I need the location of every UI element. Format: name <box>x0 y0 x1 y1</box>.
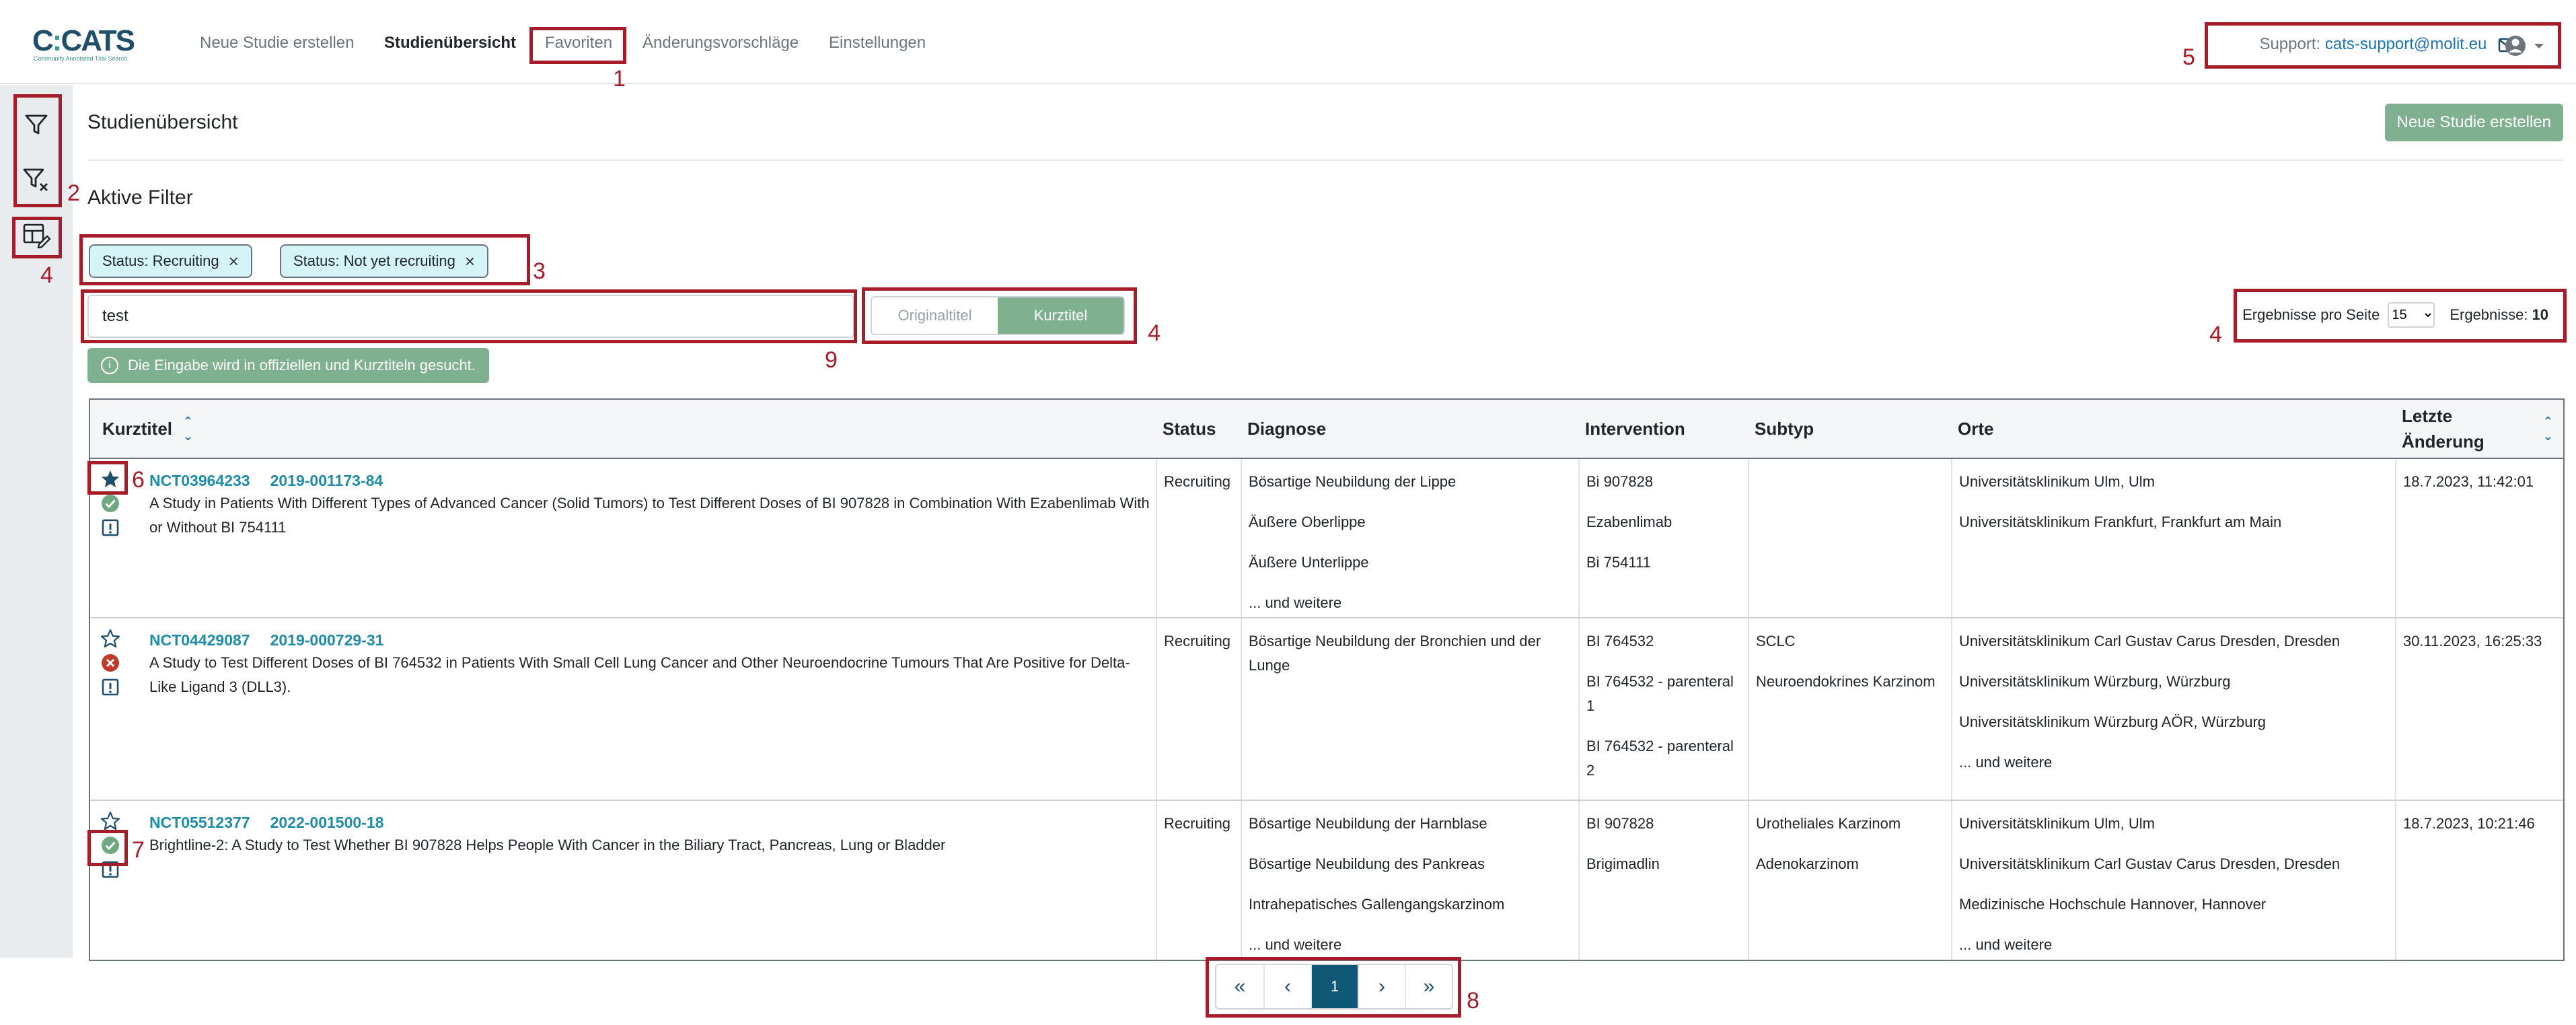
subtype-cell: Urotheliales Karzinom Adenokarzinom <box>1748 801 1951 960</box>
active-filters-title: Aktive Filter <box>87 186 193 209</box>
intervention-cell: BI 907828 Brigimadlin <box>1578 801 1748 960</box>
search-info-text: Die Eingabe wird in offiziellen und Kurz… <box>128 357 476 374</box>
logo-tagline: Community Annotated Trial Search <box>34 55 128 62</box>
x-circle-icon <box>102 654 119 672</box>
annotation-number: 4 <box>40 262 53 288</box>
nav-new-study[interactable]: Neue Studie erstellen <box>200 34 354 52</box>
column-header-subtype: Subtyp <box>1755 418 1814 439</box>
eudract-id-link[interactable]: 2019-001173-84 <box>270 472 383 489</box>
logo-text: CATS <box>61 24 135 57</box>
annotation-box <box>79 234 530 285</box>
last-change-cell: 18.7.2023, 10:21:46 <box>2395 801 2565 960</box>
intervention-cell: Bi 907828 Ezabenlimab Bi 754111 <box>1578 459 1748 617</box>
search-info-note: i Die Eingabe wird in offiziellen und Ku… <box>87 348 489 383</box>
nct-id-link[interactable]: NCT03964233 <box>149 472 250 489</box>
new-study-button[interactable]: Neue Studie erstellen <box>2384 104 2563 141</box>
diagnosis-cell: Bösartige Neubildung der Bronchien und d… <box>1241 618 1578 800</box>
annotation-number: 9 <box>825 347 838 373</box>
alert-box-icon[interactable] <box>100 676 121 698</box>
annotation-number: 7 <box>132 837 145 863</box>
nct-id-link[interactable]: NCT04429087 <box>149 631 250 649</box>
annotation-number: 4 <box>1148 320 1161 346</box>
diagnosis-cell: Bösartige Neubildung der Harnblase Bösar… <box>1241 801 1578 960</box>
subtype-cell: SCLC Neuroendokrines Karzinom <box>1748 618 1951 800</box>
subtype-cell <box>1748 459 1951 617</box>
cats-logo[interactable]: C:CATS Community Annotated Trial Search <box>32 23 153 63</box>
nav-settings[interactable]: Einstellungen <box>829 34 926 52</box>
page-title: Studienübersicht <box>87 111 238 133</box>
study-title: A Study to Test Different Doses of BI 76… <box>149 654 1130 695</box>
star-outline-icon[interactable] <box>100 628 121 649</box>
annotation-box <box>862 287 1137 344</box>
locations-cell: Universitätsklinikum Carl Gustav Carus D… <box>1951 618 2395 800</box>
annotation-box <box>13 94 62 207</box>
column-header-diagnosis: Diagnose <box>1247 418 1327 439</box>
study-title: Brightline-2: A Study to Test Whether BI… <box>149 837 946 853</box>
info-icon: i <box>101 357 118 374</box>
nav-study-overview[interactable]: Studienübersicht <box>384 34 516 52</box>
column-header-locations: Orte <box>1958 418 1994 439</box>
annotation-number: 8 <box>1467 988 1479 1014</box>
annotation-box <box>81 289 857 343</box>
annotation-box <box>2234 289 2567 343</box>
annotation-box <box>87 461 128 495</box>
column-header-title[interactable]: Kurztitel ⌃ ⌄ <box>102 400 193 458</box>
column-header-intervention: Intervention <box>1585 418 1685 439</box>
locations-cell: Universitätsklinikum Ulm, Ulm Universitä… <box>1951 801 2395 960</box>
annotation-box <box>12 217 62 258</box>
annotation-number: 3 <box>533 258 546 284</box>
last-change-cell: 30.11.2023, 16:25:33 <box>2395 618 2565 800</box>
study-title: A Study in Patients With Different Types… <box>149 495 1150 536</box>
intervention-cell: BI 764532 BI 764532 - parenteral 1 BI 76… <box>1578 618 1748 800</box>
annotation-box <box>1206 957 1461 1018</box>
annotation-box <box>529 27 626 64</box>
nav-change-proposals[interactable]: Änderungsvorschläge <box>642 34 799 52</box>
table-row[interactable]: NCT04429087 2019-000729-31 A Study to Tes… <box>90 618 2563 801</box>
annotation-box <box>87 830 128 866</box>
last-change-cell: 18.7.2023, 11:42:01 <box>2395 459 2565 617</box>
studies-table: Kurztitel ⌃ ⌄ Status Diagnose Interventio… <box>89 398 2565 961</box>
eudract-id-link[interactable]: 2022-001500-18 <box>270 814 384 831</box>
column-header-last-change: Letzte Änderung <box>2402 406 2485 452</box>
annotation-number: 4 <box>2209 322 2222 347</box>
sort-icon[interactable]: ⌃ ⌄ <box>2543 400 2553 458</box>
alert-box-icon[interactable] <box>100 517 121 538</box>
table-row[interactable]: NCT03964233 2019-001173-84 A Study in Pat… <box>90 459 2563 618</box>
check-circle-icon <box>102 495 119 512</box>
star-outline-icon[interactable] <box>100 810 121 832</box>
annotation-number: 1 <box>613 66 626 92</box>
table-row[interactable]: NCT05512377 2022-001500-18 Brightline-2: … <box>90 801 2563 960</box>
annotation-number: 6 <box>132 467 145 493</box>
annotation-number: 5 <box>2182 44 2195 70</box>
annotation-box <box>2205 22 2561 69</box>
column-header-status: Status <box>1163 418 1216 439</box>
divider <box>87 160 2563 161</box>
status-cell: Recruiting <box>1156 459 1241 617</box>
eudract-id-link[interactable]: 2019-000729-31 <box>270 631 384 649</box>
table-header: Kurztitel ⌃ ⌄ Status Diagnose Interventio… <box>90 400 2563 459</box>
annotation-number: 2 <box>67 180 80 206</box>
locations-cell: Universitätsklinikum Ulm, Ulm Universitä… <box>1951 459 2395 617</box>
nct-id-link[interactable]: NCT05512377 <box>149 814 250 831</box>
status-cell: Recruiting <box>1156 801 1241 960</box>
sort-icon[interactable]: ⌃ ⌄ <box>183 414 193 444</box>
status-cell: Recruiting <box>1156 618 1241 800</box>
top-navbar: C:CATS Community Annotated Trial Search … <box>0 0 2576 84</box>
diagnosis-cell: Bösartige Neubildung der Lippe Äußere Ob… <box>1241 459 1578 617</box>
